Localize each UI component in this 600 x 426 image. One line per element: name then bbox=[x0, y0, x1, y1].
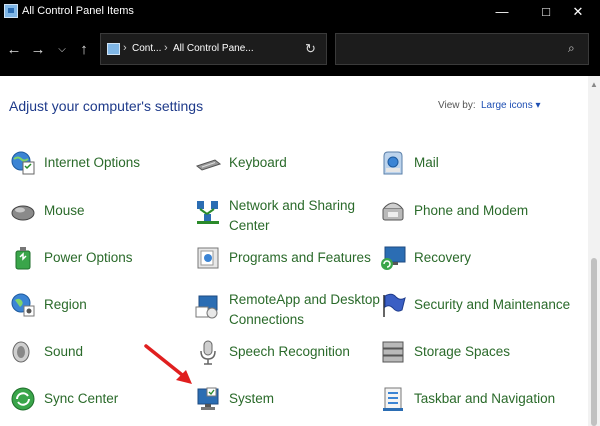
item-label: Mail bbox=[414, 155, 439, 170]
vertical-scrollbar[interactable]: ▲ bbox=[588, 76, 600, 426]
programs-features-icon bbox=[197, 247, 219, 269]
keyboard-icon bbox=[195, 159, 221, 171]
item-label: Region bbox=[44, 297, 87, 312]
item-label-line2: Connections bbox=[229, 312, 305, 327]
security-flag-icon bbox=[383, 293, 406, 317]
item-label: Internet Options bbox=[44, 155, 141, 170]
recent-locations-chevron-icon[interactable]: ⌵ bbox=[52, 38, 72, 62]
item-label: Phone and Modem bbox=[414, 203, 529, 218]
item-label: Mouse bbox=[44, 203, 85, 218]
close-button[interactable]: ✕ bbox=[556, 0, 600, 24]
sync-center-icon bbox=[11, 387, 35, 411]
item-label: Sound bbox=[44, 344, 84, 359]
title-bar: All Control Panel Items — □ ✕ bbox=[0, 0, 600, 24]
remoteapp-icon bbox=[195, 295, 218, 319]
item-label: Recovery bbox=[414, 250, 472, 265]
back-arrow-icon[interactable]: ← bbox=[4, 38, 24, 62]
mail-icon bbox=[383, 151, 403, 175]
breadcrumb-control-panel[interactable]: Cont... bbox=[132, 43, 161, 54]
internet-options-icon bbox=[11, 151, 35, 175]
control-panel-icon bbox=[4, 4, 18, 18]
region-icon bbox=[11, 293, 35, 317]
search-input[interactable] bbox=[344, 41, 548, 59]
control-panel-icon bbox=[107, 43, 120, 55]
power-options-icon bbox=[15, 247, 31, 270]
storage-spaces-icon bbox=[382, 341, 404, 363]
search-icon[interactable]: ⌕ bbox=[568, 41, 575, 56]
item-label: Sync Center bbox=[44, 391, 119, 406]
breadcrumb-separator: › bbox=[164, 42, 168, 54]
forward-arrow-icon[interactable]: → bbox=[28, 38, 48, 62]
item-label: Taskbar and Navigation bbox=[414, 391, 556, 406]
search-box[interactable]: ⌕ bbox=[335, 33, 589, 65]
scrollbar-thumb[interactable] bbox=[591, 258, 597, 426]
control-panel-content: Adjust your computer's settings View by:… bbox=[0, 76, 600, 426]
annotation-arrow-icon bbox=[144, 344, 192, 384]
item-label: Security and Maintenance bbox=[414, 297, 571, 312]
page-title: Adjust your computer's settings bbox=[9, 98, 204, 114]
breadcrumb-all-items[interactable]: All Control Pane... bbox=[173, 43, 254, 54]
item-label-line1: Network and Sharing bbox=[229, 198, 356, 213]
item-label: Programs and Features bbox=[229, 250, 371, 265]
address-bar[interactable]: › Cont... › All Control Pane... ⌄ bbox=[100, 33, 391, 65]
recovery-icon bbox=[381, 246, 406, 270]
view-by-dropdown[interactable]: Large icons ▾ bbox=[481, 100, 541, 111]
item-label: Storage Spaces bbox=[414, 344, 511, 359]
up-arrow-icon[interactable]: ↑ bbox=[74, 38, 94, 62]
breadcrumb-separator: › bbox=[123, 42, 127, 54]
taskbar-navigation-icon bbox=[383, 387, 403, 411]
scroll-up-arrow-icon[interactable]: ▲ bbox=[588, 80, 600, 89]
window-title: All Control Panel Items bbox=[22, 5, 134, 17]
minimize-button[interactable]: — bbox=[480, 0, 524, 24]
item-label: Keyboard bbox=[229, 155, 287, 170]
network-sharing-icon bbox=[197, 201, 219, 224]
view-by-label: View by: bbox=[438, 100, 476, 111]
item-label: Speech Recognition bbox=[229, 344, 350, 359]
item-label-line2: Center bbox=[229, 218, 270, 233]
item-label: Power Options bbox=[44, 250, 133, 265]
refresh-icon[interactable]: ↻ bbox=[305, 41, 316, 57]
speaker-icon bbox=[12, 341, 30, 363]
item-label: System bbox=[229, 391, 275, 406]
phone-modem-icon bbox=[382, 202, 404, 221]
mouse-icon bbox=[11, 205, 35, 221]
item-label-line1: RemoteApp and Desktop bbox=[229, 292, 380, 307]
